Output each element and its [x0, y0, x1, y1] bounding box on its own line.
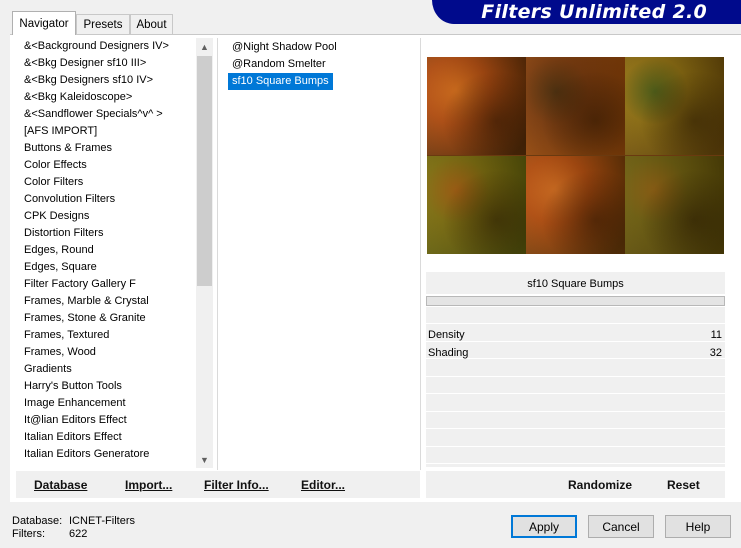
parameter-name: Shading [428, 347, 469, 359]
database-label: Database: [12, 515, 63, 527]
column-separator [420, 38, 421, 470]
category-list[interactable]: &<Background Designers IV> &<Bkg Designer… [20, 38, 196, 468]
filters-count-label: Filters: [12, 528, 45, 540]
category-item[interactable]: Buttons & Frames [20, 140, 196, 157]
category-item[interactable]: Harry's Button Tools [20, 378, 196, 395]
category-item[interactable]: &<Bkg Designer sf10 III> [20, 55, 196, 72]
category-item[interactable]: Frames, Wood [20, 344, 196, 361]
category-scrollbar[interactable]: ▲ ▼ [196, 38, 213, 468]
filter-title: sf10 Square Bumps [426, 272, 725, 294]
parameter-panel: Density 11 Shading 32 [426, 307, 725, 467]
tab-presets[interactable]: Presets [76, 14, 130, 34]
filter-list[interactable]: @Night Shadow Pool @Random Smelter sf10 Sq… [228, 39, 408, 90]
scroll-down-icon[interactable]: ▼ [196, 451, 213, 468]
randomize-button[interactable]: Randomize [568, 478, 632, 492]
parameter-slot-line [426, 428, 725, 429]
parameter-slot-line [426, 463, 725, 464]
category-item[interactable]: &<Sandflower Specials^v^ > [20, 106, 196, 123]
tab-divider [10, 34, 741, 35]
category-item[interactable]: CPK Designs [20, 208, 196, 225]
filters-count-value: 622 [69, 528, 88, 540]
preview-tile [625, 57, 724, 155]
preview-tile [427, 156, 526, 254]
preview-bump-shading [526, 156, 625, 254]
category-item[interactable]: Edges, Round [20, 242, 196, 259]
category-item[interactable]: Edges, Square [20, 259, 196, 276]
preview-tile [427, 57, 526, 155]
title-banner: Filters Unlimited 2.0 [432, 0, 741, 24]
parameter-slot-line [426, 393, 725, 394]
category-item[interactable]: Gradients [20, 361, 196, 378]
help-button[interactable]: Help [665, 515, 731, 538]
filter-progress-bar [426, 296, 725, 306]
category-item[interactable]: Filter Factory Gallery F [20, 276, 196, 293]
parameter-slot-line [426, 376, 725, 377]
preview-bump-shading [625, 156, 724, 254]
banner-title: Filters Unlimited 2.0 [481, 1, 707, 23]
scroll-thumb[interactable] [197, 56, 212, 286]
scroll-up-icon[interactable]: ▲ [196, 38, 213, 55]
apply-button[interactable]: Apply [511, 515, 577, 538]
preview-bump-shading [625, 57, 724, 155]
editor-button[interactable]: Editor... [301, 478, 345, 492]
parameter-value: 11 [710, 329, 722, 341]
parameter-name: Density [428, 329, 465, 341]
preview-bump-shading [526, 57, 625, 155]
filter-item[interactable]: @Random Smelter [228, 56, 330, 73]
category-item[interactable]: &<Bkg Designers sf10 IV> [20, 72, 196, 89]
parameter-slot-line [426, 411, 725, 412]
preview-tile [526, 57, 625, 155]
category-item[interactable]: Frames, Stone & Granite [20, 310, 196, 327]
category-item[interactable]: Color Filters [20, 174, 196, 191]
category-item[interactable]: Italian Editors Generatore [20, 446, 196, 463]
filter-item[interactable]: @Night Shadow Pool [228, 39, 341, 56]
category-item[interactable]: Convolution Filters [20, 191, 196, 208]
preview-tile [526, 156, 625, 254]
preview-bump-shading [427, 57, 526, 155]
tab-about[interactable]: About [130, 14, 173, 34]
parameter-slot-line [426, 323, 725, 324]
filter-item[interactable]: sf10 Square Bumps [228, 73, 333, 90]
filter-info-button[interactable]: Filter Info... [204, 478, 269, 492]
category-item[interactable]: Frames, Textured [20, 327, 196, 344]
import-button[interactable]: Import... [125, 478, 172, 492]
category-item[interactable]: Color Effects [20, 157, 196, 174]
parameter-slot-line [426, 446, 725, 447]
preview-bump-shading [427, 156, 526, 254]
parameter-value: 32 [709, 347, 722, 359]
cancel-button[interactable]: Cancel [588, 515, 654, 538]
parameter-row[interactable]: Density 11 [426, 327, 725, 344]
category-item[interactable]: Italian Editors Effect [20, 429, 196, 446]
category-item[interactable]: &<Bkg Kaleidoscope> [20, 89, 196, 106]
database-value: ICNET-Filters [69, 515, 135, 527]
category-item[interactable]: Image Enhancement [20, 395, 196, 412]
category-item[interactable]: [AFS IMPORT] [20, 123, 196, 140]
category-item[interactable]: It@lian Editors Effect [20, 412, 196, 429]
category-item[interactable]: &<Background Designers IV> [20, 38, 196, 55]
category-item[interactable]: Distortion Filters [20, 225, 196, 242]
database-button[interactable]: Database [34, 478, 87, 492]
category-item[interactable]: Frames, Marble & Crystal [20, 293, 196, 310]
tab-navigator[interactable]: Navigator [12, 11, 76, 35]
parameter-row[interactable]: Shading 32 [426, 345, 725, 362]
reset-button[interactable]: Reset [667, 478, 700, 492]
column-separator [217, 38, 218, 470]
preview-image [427, 57, 724, 254]
preview-tile [625, 156, 724, 254]
